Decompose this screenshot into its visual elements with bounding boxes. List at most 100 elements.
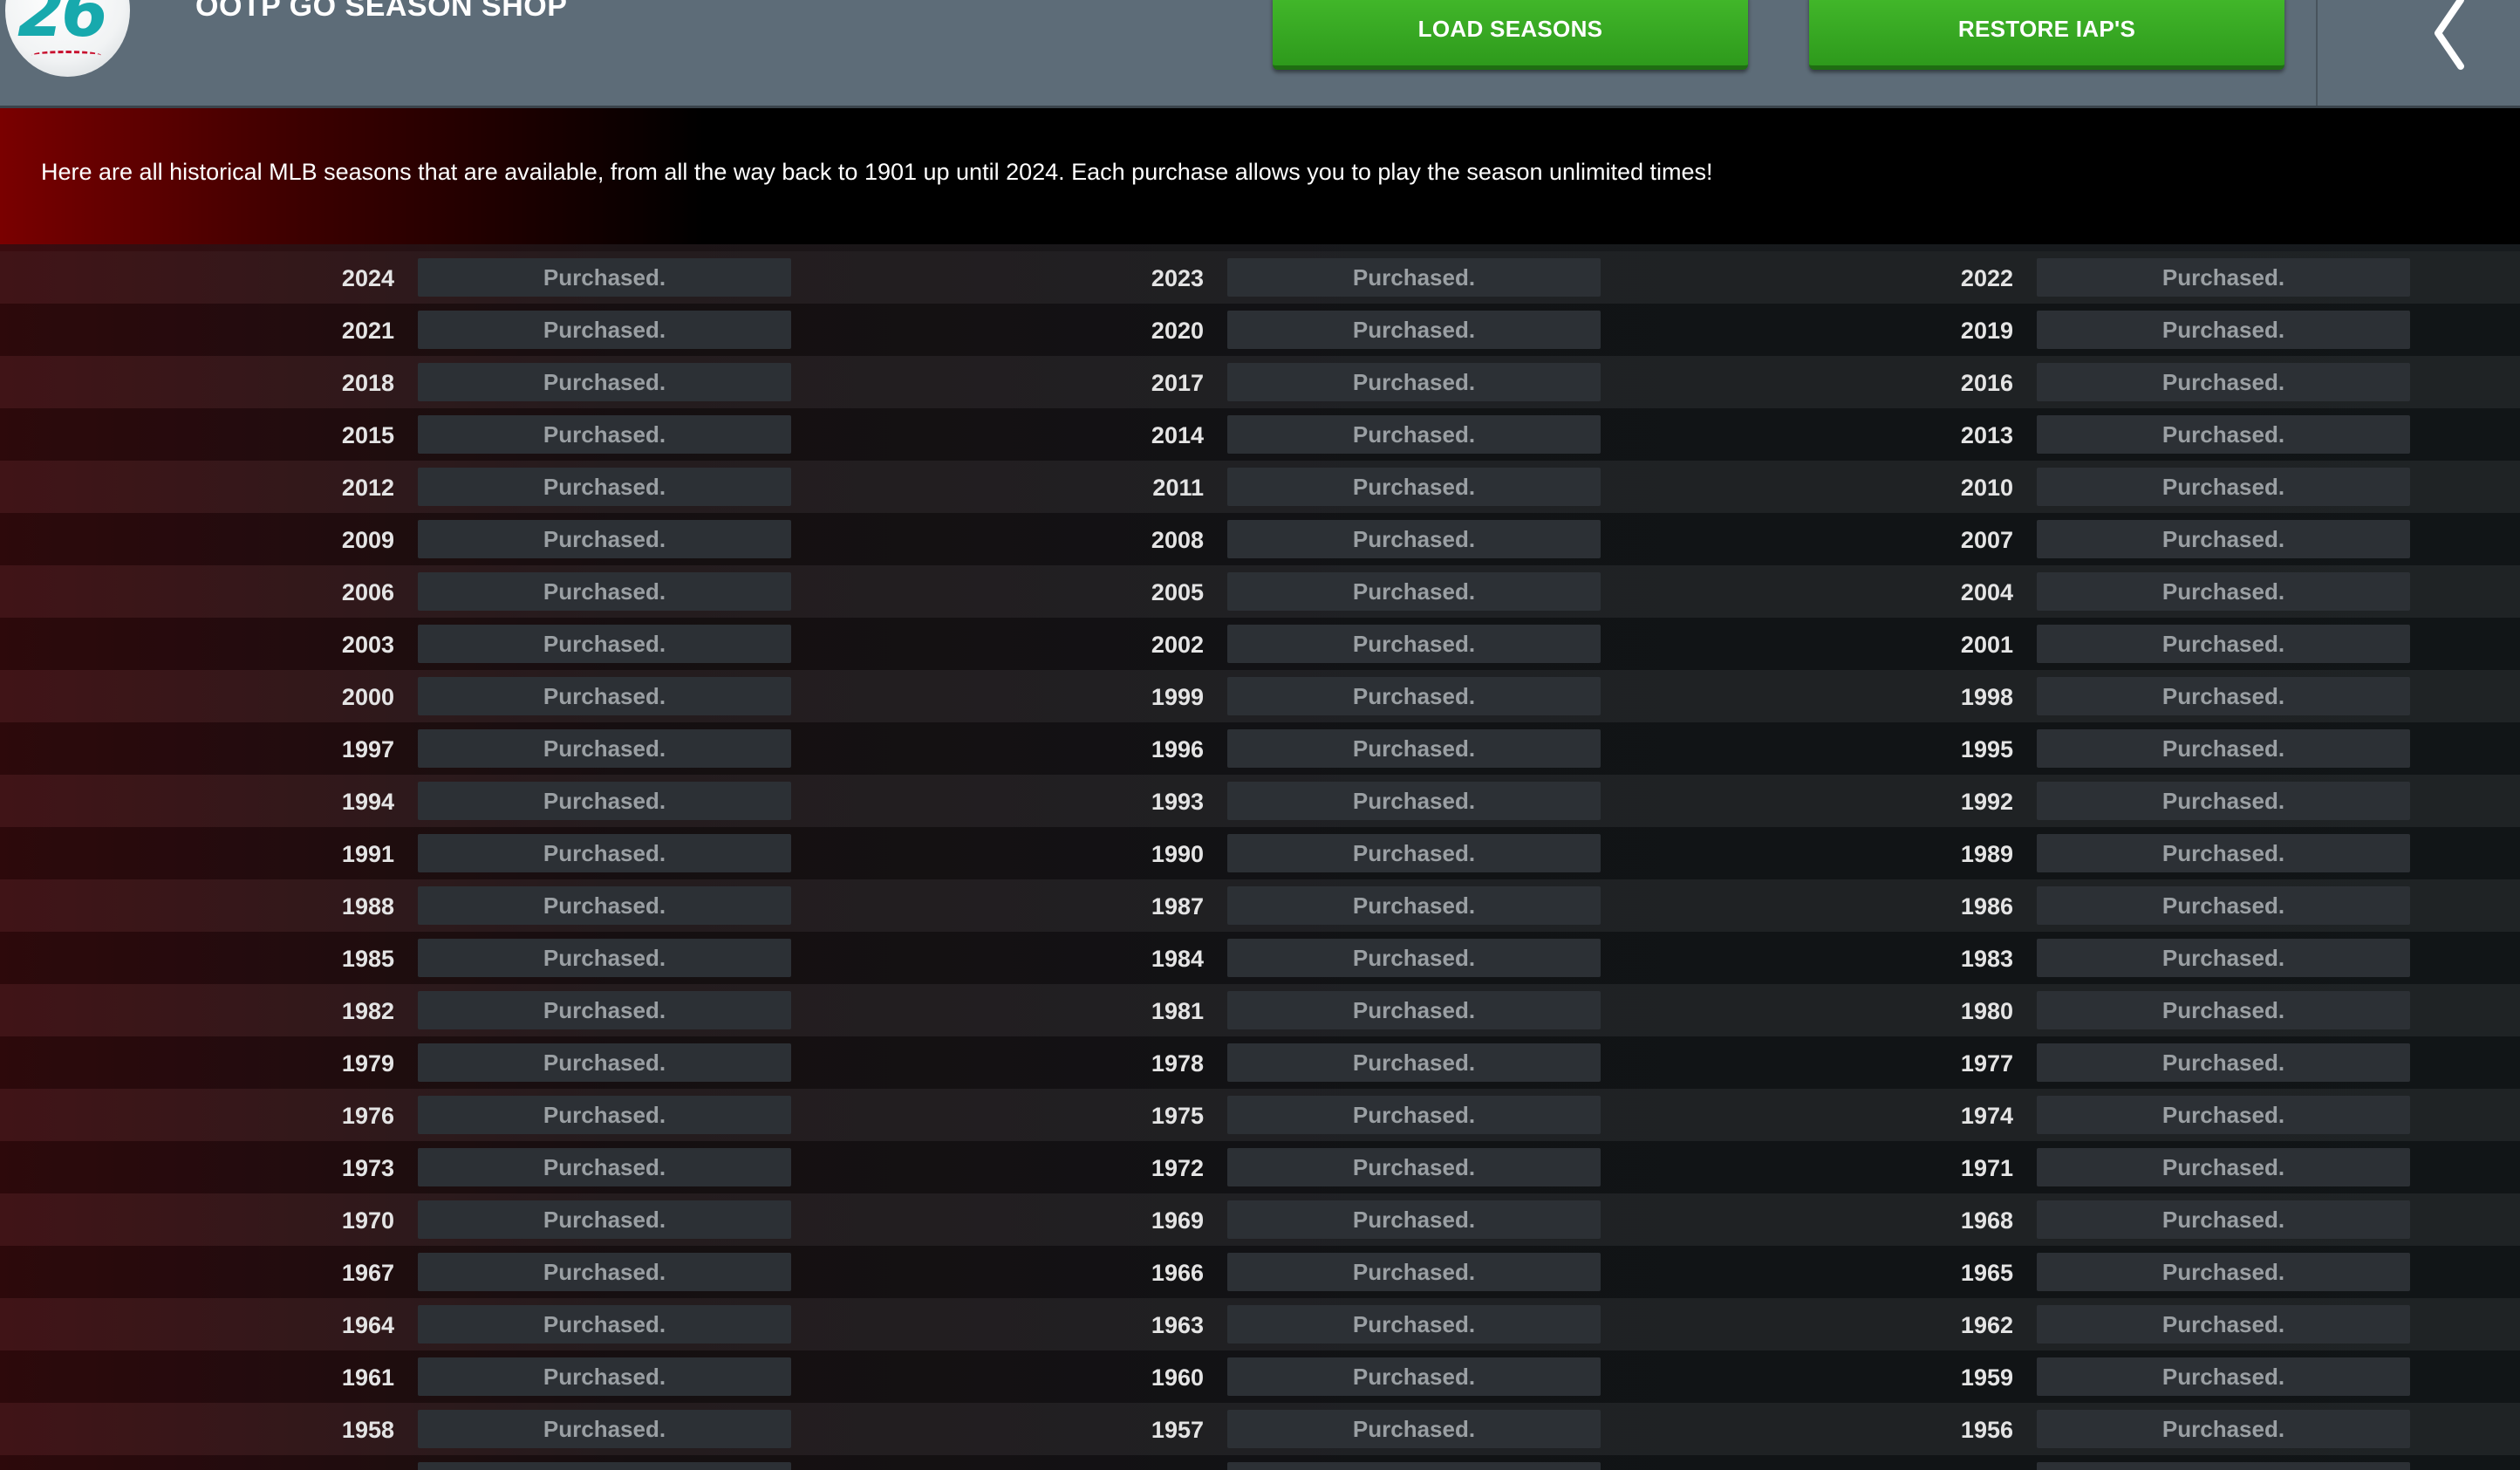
season-status-button[interactable]: Purchased. [2037, 415, 2410, 454]
season-status-button[interactable]: Purchased. [1227, 572, 1601, 611]
season-item: 1979 Purchased. [0, 1036, 809, 1089]
season-status-button[interactable]: Purchased. [418, 729, 791, 768]
season-status-button[interactable]: Purchased. [1227, 729, 1601, 768]
season-item: 1986 Purchased. [1619, 879, 2428, 932]
season-status-button[interactable]: Purchased. [1227, 625, 1601, 663]
season-status-button[interactable]: Purchased. [2037, 782, 2410, 820]
season-status-button[interactable]: Purchased. [418, 1253, 791, 1291]
season-status-button[interactable]: Purchased. [2037, 1305, 2410, 1344]
season-status-button[interactable]: Purchased. [418, 1305, 791, 1344]
season-status-button[interactable]: Purchased. [2037, 1043, 2410, 1082]
season-status-button[interactable]: Purchased. [418, 1357, 791, 1396]
season-status-button[interactable]: Purchased. [1227, 415, 1601, 454]
season-status-button[interactable]: Purchased. [2037, 363, 2410, 401]
season-status-button[interactable]: Purchased. [2037, 1253, 2410, 1291]
season-year: 1996 [1151, 736, 1204, 762]
season-status-button[interactable]: Purchased. [1227, 1253, 1601, 1291]
season-status-button[interactable]: Purchased. [418, 991, 791, 1029]
season-status-button[interactable]: Purchased. [1227, 258, 1601, 297]
season-status-button[interactable]: Purchased. [418, 1200, 791, 1239]
season-status-button[interactable]: Purchased. [1227, 677, 1601, 715]
season-status-button[interactable]: Purchased. [418, 572, 791, 611]
season-status-button[interactable]: Purchased. [418, 258, 791, 297]
season-item: 1961 Purchased. [0, 1350, 809, 1403]
season-status-button[interactable]: Purchased. [1227, 991, 1601, 1029]
season-status-button[interactable]: Purchased. [2037, 520, 2410, 558]
season-item: 2021 Purchased. [0, 304, 809, 356]
season-status-button[interactable]: Purchased. [2037, 991, 2410, 1029]
season-status-button[interactable]: Purchased. [418, 834, 791, 872]
season-status-button[interactable]: Purchased. [418, 311, 791, 349]
season-item: 2006 Purchased. [0, 565, 809, 618]
season-status-button[interactable]: Purchased. [2037, 1357, 2410, 1396]
season-status-button[interactable]: Purchased. [1227, 886, 1601, 925]
season-year: 1982 [341, 998, 394, 1024]
season-status-button[interactable]: Purchased. [418, 625, 791, 663]
season-status-button[interactable]: Purchased. [2037, 1096, 2410, 1134]
season-status-button[interactable]: Purchased. [418, 886, 791, 925]
season-item: 1975 Purchased. [809, 1089, 1619, 1141]
season-status-button[interactable]: Purchased. [1227, 1410, 1601, 1448]
season-status-button[interactable]: Purchased. [418, 1043, 791, 1082]
season-year: 1962 [1960, 1312, 2013, 1338]
season-status-button[interactable]: Purchased. [1227, 1305, 1601, 1344]
season-status-button[interactable]: Purchased. [1227, 1096, 1601, 1134]
restore-iaps-button[interactable]: RESTORE IAP'S [1809, 0, 2284, 70]
season-status-button[interactable]: Purchased. [1227, 311, 1601, 349]
season-status-button[interactable]: Purchased. [418, 939, 791, 977]
season-row: 2012 Purchased. 2011 Purchased. 2010 Purchase… [0, 461, 2520, 513]
season-year: 2000 [341, 684, 394, 710]
season-year: 2007 [1960, 527, 2013, 553]
season-status-button[interactable]: Purchased. [1227, 782, 1601, 820]
season-status-button[interactable]: Purchased. [2037, 258, 2410, 297]
season-row: 2000 Purchased. 1999 Purchased. 1998 Purchase… [0, 670, 2520, 722]
back-button[interactable] [2318, 0, 2520, 106]
season-status-button[interactable]: Purchased. [1227, 363, 1601, 401]
season-row: 2021 Purchased. 2020 Purchased. 2019 Purchase… [0, 304, 2520, 356]
season-status-button[interactable]: Purchased. [1227, 520, 1601, 558]
season-status-button[interactable]: Purchased. [2037, 1148, 2410, 1186]
season-status-button[interactable]: Purchased. [1227, 468, 1601, 506]
season-year: 1985 [341, 946, 394, 972]
season-status-button[interactable]: Purchased. [2037, 939, 2410, 977]
season-item: 1974 Purchased. [1619, 1089, 2428, 1141]
season-item: 2020 Purchased. [809, 304, 1619, 356]
season-year: 1983 [1960, 946, 2013, 972]
load-seasons-button[interactable]: LOAD SEASONS [1273, 0, 1748, 70]
season-status-button[interactable]: Purchased. [1227, 1462, 1601, 1470]
season-status-button[interactable]: Purchased. [418, 468, 791, 506]
season-status-button[interactable]: Purchased. [1227, 1043, 1601, 1082]
season-status-button[interactable]: Purchased. [2037, 311, 2410, 349]
season-status-button[interactable]: Purchased. [2037, 625, 2410, 663]
season-status-button[interactable]: Purchased. [2037, 677, 2410, 715]
season-year: 1963 [1151, 1312, 1204, 1338]
season-status-button[interactable]: Purchased. [418, 520, 791, 558]
season-status-button[interactable]: Purchased. [2037, 572, 2410, 611]
season-status-button[interactable]: Purchased. [2037, 834, 2410, 872]
season-status-button[interactable]: Purchased. [1227, 834, 1601, 872]
season-status-button[interactable]: Purchased. [418, 1462, 791, 1470]
season-status-button[interactable]: Purchased. [1227, 1200, 1601, 1239]
season-status-button[interactable]: Purchased. [418, 363, 791, 401]
season-status-button[interactable]: Purchased. [2037, 1200, 2410, 1239]
season-status-button[interactable]: Purchased. [2037, 468, 2410, 506]
season-row: 1967 Purchased. 1966 Purchased. 1965 Purchase… [0, 1246, 2520, 1298]
season-item: 1983 Purchased. [1619, 932, 2428, 984]
season-status-button[interactable]: Purchased. [2037, 1462, 2410, 1470]
season-status-button[interactable]: Purchased. [418, 782, 791, 820]
season-status-button[interactable]: Purchased. [418, 677, 791, 715]
season-item: 1966 Purchased. [809, 1246, 1619, 1298]
season-year: 1957 [1151, 1417, 1204, 1443]
season-status-button[interactable]: Purchased. [1227, 1357, 1601, 1396]
season-status-button[interactable]: Purchased. [2037, 886, 2410, 925]
season-status-button[interactable]: Purchased. [2037, 1410, 2410, 1448]
season-status-button[interactable]: Purchased. [1227, 939, 1601, 977]
season-status-button[interactable]: Purchased. [1227, 1148, 1601, 1186]
season-status-button[interactable]: Purchased. [2037, 729, 2410, 768]
season-status-button[interactable]: Purchased. [418, 1410, 791, 1448]
season-status-button[interactable]: Purchased. [418, 415, 791, 454]
season-status-button[interactable]: Purchased. [418, 1148, 791, 1186]
season-status-button[interactable]: Purchased. [418, 1096, 791, 1134]
season-item: 1980 Purchased. [1619, 984, 2428, 1036]
season-year: 2005 [1151, 579, 1204, 605]
